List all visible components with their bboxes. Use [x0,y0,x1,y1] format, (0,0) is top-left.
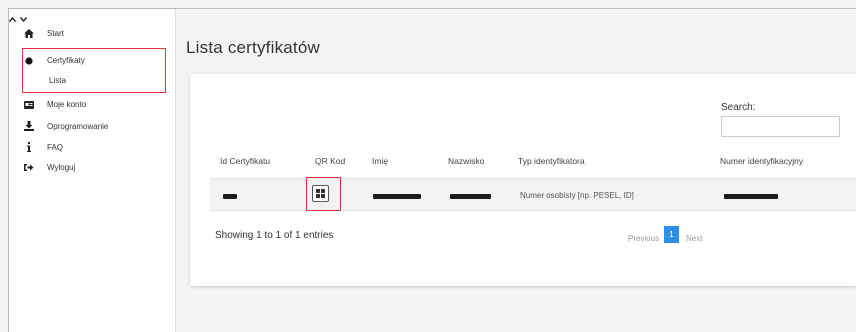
sidebar: Start Certyfikaty Lista Moje konto Oprog… [9,9,176,332]
search-label: Search: [721,102,756,113]
redacted-nazwisko [450,194,491,199]
sidebar-item-wyloguj[interactable]: Wyloguj [23,163,75,172]
pagination-previous[interactable]: Previous [628,234,659,243]
app-window: Start Certyfikaty Lista Moje konto Oprog… [8,8,856,332]
chevron-up-icon[interactable] [9,9,20,26]
pagination-next[interactable]: Next [686,234,702,243]
redacted-imie [373,194,421,199]
sidebar-item-faq[interactable]: FAQ [23,142,63,152]
column-header-imie[interactable]: Imię [372,156,388,166]
column-header-nazwisko[interactable]: Nazwisko [448,156,484,166]
id-card-icon [23,100,35,109]
certificates-card: Search: Id Certyfikatu QR Kod Imię Nazwi… [190,74,856,286]
search-input[interactable] [721,116,840,137]
sidebar-item-label: Oprogramowanie [47,121,109,131]
cell-typ-identyfikatora: Numer osobisty [np. PESEL, ID] [520,191,634,200]
sidebar-item-certyfikaty[interactable]: Certyfikaty [23,56,85,65]
home-icon [23,29,35,38]
pagination-page-1[interactable]: 1 [664,226,679,243]
redacted-numer [724,194,778,199]
column-header-numer[interactable]: Numer identyfikacyjny [720,156,803,166]
sidebar-item-label: Moje konto [47,100,87,109]
sidebar-subitem-lista[interactable]: Lista [49,76,66,85]
sidebar-item-label: Wyloguj [47,163,76,172]
column-header-qr[interactable]: QR Kod [315,156,345,166]
sign-out-icon [23,163,35,172]
highlight-annotation [22,48,166,93]
column-header-typ[interactable]: Typ identyfikatora [518,156,585,166]
sidebar-item-label: FAQ [47,142,64,152]
sidebar-item-label: Certyfikaty [47,56,85,65]
info-icon [23,142,35,152]
sidebar-item-oprogramowanie[interactable]: Oprogramowanie [23,121,108,131]
download-icon [23,121,35,131]
highlight-annotation [306,177,341,211]
circle-icon [23,56,35,65]
redacted-id [223,194,237,199]
sidebar-item-start[interactable]: Start [23,29,64,38]
chevron-down-icon[interactable] [20,9,28,26]
table-info: Showing 1 to 1 of 1 entries [215,230,334,241]
sidebar-item-moje-konto[interactable]: Moje konto [23,100,86,109]
sidebar-item-label: Start [47,29,64,38]
page-title: Lista certyfikatów [186,38,320,57]
column-header-id[interactable]: Id Certyfikatu [220,156,270,166]
